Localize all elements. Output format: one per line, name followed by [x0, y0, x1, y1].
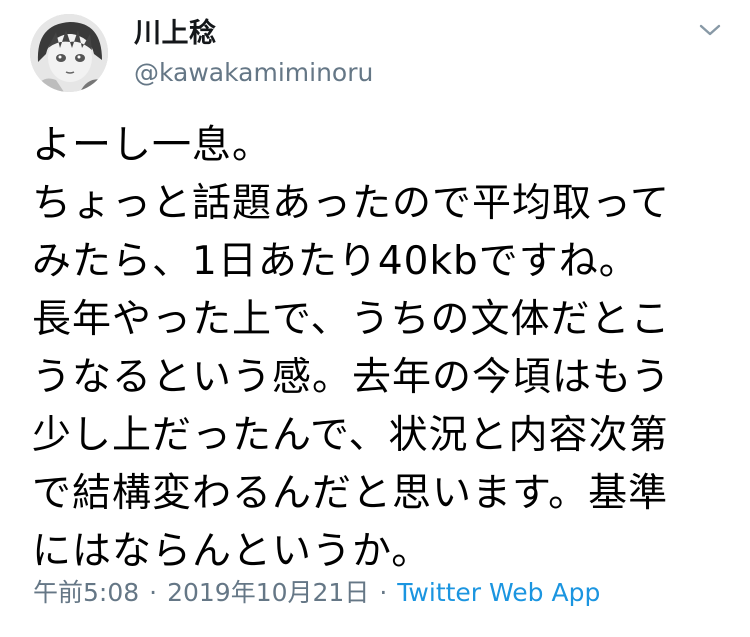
tweet-date[interactable]: 2019年10月21日 [167, 578, 369, 607]
author-handle[interactable]: @kawakamiminoru [134, 56, 373, 90]
chevron-down-icon[interactable] [698, 22, 722, 38]
meta-separator: · [149, 578, 158, 607]
meta-separator: · [379, 578, 388, 607]
author-display-name[interactable]: 川上稔 [134, 16, 217, 52]
tweet-meta: 午前5:08 · 2019年10月21日 · Twitter Web App [33, 575, 600, 611]
tweet-text: よーし一息。 ちょっと話題あったので平均取って みたら、1日あたり40kbですね… [32, 123, 671, 574]
tweet-source-link[interactable]: Twitter Web App [397, 578, 600, 607]
avatar[interactable] [30, 14, 108, 92]
tweet-time[interactable]: 午前5:08 [33, 578, 139, 607]
manga-character-avatar-icon [30, 14, 108, 92]
